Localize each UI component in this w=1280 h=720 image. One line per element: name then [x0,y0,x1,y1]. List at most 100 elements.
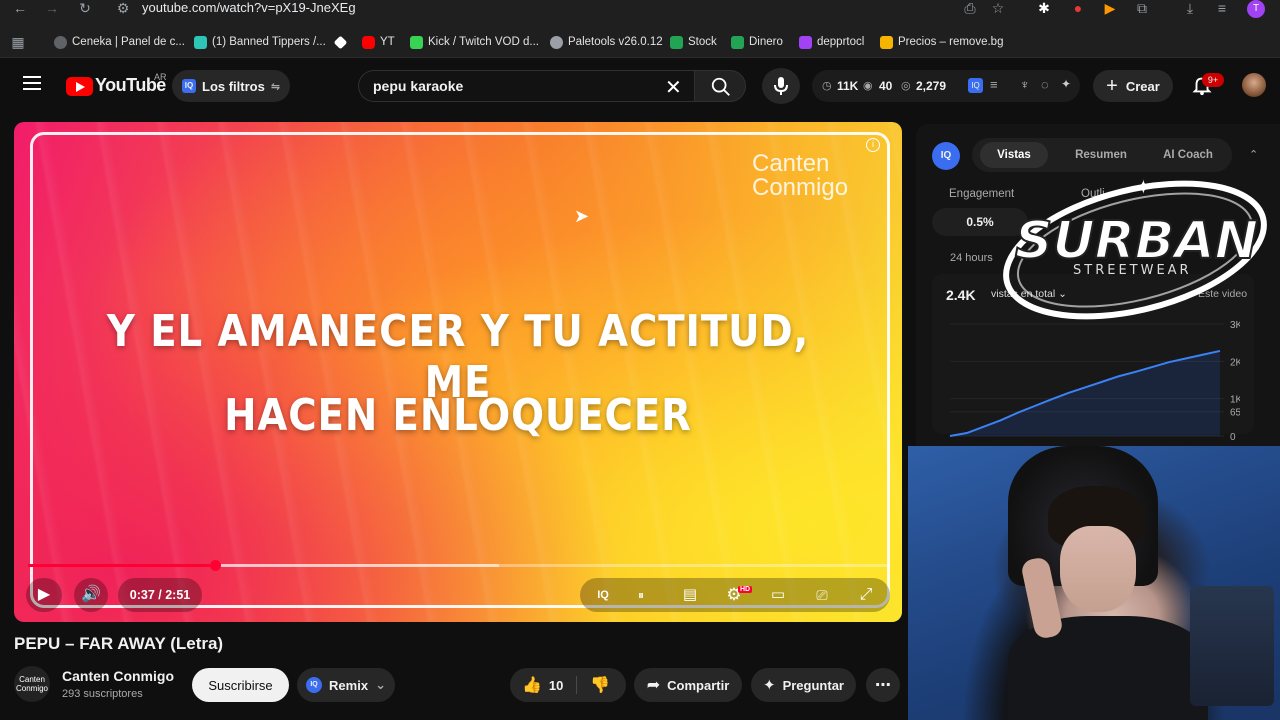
time-display: 0:37 / 2:51 [118,578,202,612]
play-button[interactable]: ▶ [26,578,62,612]
vidiq-icon[interactable]: IQ [968,78,983,93]
tab-ai-coach[interactable]: AI Coach [1150,138,1226,172]
hd-badge: HD [738,586,753,593]
bookmark-item[interactable]: Dinero [731,34,783,50]
streamer-face [1060,526,1136,612]
more-actions-button[interactable]: ⋯ [866,668,900,702]
settings-gear-icon[interactable]: ⚙ [720,578,748,612]
bookmark-item[interactable]: YT [362,34,395,50]
list-icon[interactable]: ≡ [990,77,998,92]
thumbs-down-icon[interactable]: 👎 [590,675,610,695]
sparkle-icon[interactable]: ✦ [1061,77,1071,91]
surban-overlay-logo: SURBAN STREETWEAR ✦ [1003,177,1267,320]
theater-mode-icon[interactable]: ▭ [764,578,792,612]
clock-icon: ◷ [822,80,832,92]
site-settings-icon[interactable]: ⚙ [113,0,133,18]
channel-avatar[interactable]: Canten Conmigo [14,666,50,702]
video-player[interactable]: Canten Conmigo i Y EL AMANECER Y TU ACTI… [14,122,902,622]
forward-arrow-icon[interactable]: → [42,0,62,18]
bookmark-favicon-icon [799,35,812,49]
voice-search-button[interactable] [762,68,800,104]
more-dots-icon: ⋯ [875,677,891,694]
bookmark-item[interactable]: (1) Banned Tippers /... [194,34,326,50]
vidiq-icon: IQ [182,79,196,93]
streamer-webcam [908,446,1280,720]
user-avatar[interactable] [1242,73,1266,97]
globe-icon [550,35,563,49]
fullscreen-icon[interactable]: ⤢ [852,578,880,612]
tab-vistas[interactable]: Vistas [980,142,1048,168]
clear-search-icon[interactable]: ✕ [665,75,682,100]
notification-badge: 9+ [1202,73,1224,87]
autoplay-toggle-icon[interactable]: ⏸ [628,578,654,612]
chat-icon[interactable]: ◌ [1041,77,1049,92]
remix-button[interactable]: IQ Remix ⌄ [297,668,395,702]
reload-icon[interactable]: ↻ [75,0,95,18]
eye-icon: ◉ [863,80,873,92]
cast-icon[interactable]: ⎚ [808,578,836,612]
search-button[interactable] [694,70,746,102]
subtitles-icon[interactable]: ▤ [676,578,704,612]
extension-play-icon[interactable]: ▶ [1100,0,1120,18]
chart-ytick-label: 0 [1230,432,1236,442]
hamburger-menu-icon[interactable] [23,76,41,90]
like-dislike-group: 👍 10 👎 [510,668,626,702]
bookmark-item[interactable]: depprtocl [799,34,864,50]
ask-button[interactable]: ✦ Preguntar [751,668,856,702]
bookmark-item[interactable]: Kick / Twitch VOD d... [410,34,539,50]
range-24h-tab[interactable]: 24 hours [950,252,993,264]
apps-grid-icon[interactable]: ▦ [8,34,28,52]
merch-bag [1190,586,1274,706]
vidiq-player-icon[interactable]: IQ [590,578,616,612]
like-divider [576,676,577,694]
sparkle-icon: ✦ [1135,177,1152,199]
vidiq-logo-icon: IQ [932,142,960,170]
sparkle-icon: ✦ [763,677,776,694]
reading-list-icon[interactable]: ≡ [1212,0,1232,18]
plus-icon: + [1106,74,1118,97]
install-app-icon[interactable]: ⎙ [960,0,980,18]
microphone-icon [774,77,788,95]
surban-title: SURBAN [1015,211,1258,271]
back-arrow-icon[interactable]: ← [10,0,30,18]
sheets-icon [731,35,744,49]
progress-bar[interactable] [28,560,890,571]
create-button[interactable]: + Crear [1093,70,1173,102]
youtube-logo-icon[interactable] [66,77,93,96]
download-icon[interactable]: ⤓ [1180,0,1200,18]
filters-button[interactable]: IQ Los filtros ⇋ [172,70,291,102]
profile-avatar[interactable]: T [1247,0,1265,18]
share-button[interactable]: ➦ Compartir [634,668,742,702]
extension-badge-icon[interactable]: ● [1068,0,1088,18]
sheets-icon [670,35,683,49]
lyric-line-2: HACEN ENLOQUECER [224,390,692,441]
extensions-puzzle-icon[interactable]: ⧉ [1132,0,1152,18]
bookmark-item[interactable] [333,34,348,50]
search-icon [711,77,730,96]
bookmark-item[interactable]: Precios – remove.bg [880,34,1003,50]
bookmark-item[interactable]: Ceneka | Panel de c... [54,34,185,50]
viewers-stat: 40 [879,79,893,93]
subscribe-button[interactable]: Suscribirse [192,668,289,702]
tab-resumen[interactable]: Resumen [1066,138,1136,172]
channel-watermark: Canten Conmigo [752,150,849,201]
trophy-icon[interactable]: ♆ [1020,77,1030,92]
search-box[interactable]: pepu karaoke ✕ [358,70,694,102]
like-count[interactable]: 10 [549,678,563,693]
chart-ytick-label: 2K [1230,357,1240,368]
channel-name[interactable]: Canten Conmigo [62,668,174,684]
progress-scrubber[interactable] [210,560,222,571]
thumbs-up-icon[interactable]: 👍 [522,675,542,695]
collapse-chevron-icon[interactable]: ⌃ [1249,148,1258,161]
search-input[interactable]: pepu karaoke [373,78,463,94]
region-code: AR [154,72,167,82]
bookmark-star-icon[interactable]: ☆ [988,0,1008,18]
bookmark-item[interactable]: Stock [670,34,717,50]
url-text[interactable]: youtube.com/watch?v=pX19-JneXEg [142,0,356,16]
bookmark-favicon-icon [880,35,893,49]
info-icon[interactable]: i [866,138,880,152]
extension-icon[interactable]: ✱ [1034,0,1054,18]
volume-button[interactable]: 🔊 [74,578,108,612]
mouse-cursor-icon: ➤ [574,206,590,226]
bookmark-item[interactable]: Paletools v26.0.12 [550,34,663,50]
